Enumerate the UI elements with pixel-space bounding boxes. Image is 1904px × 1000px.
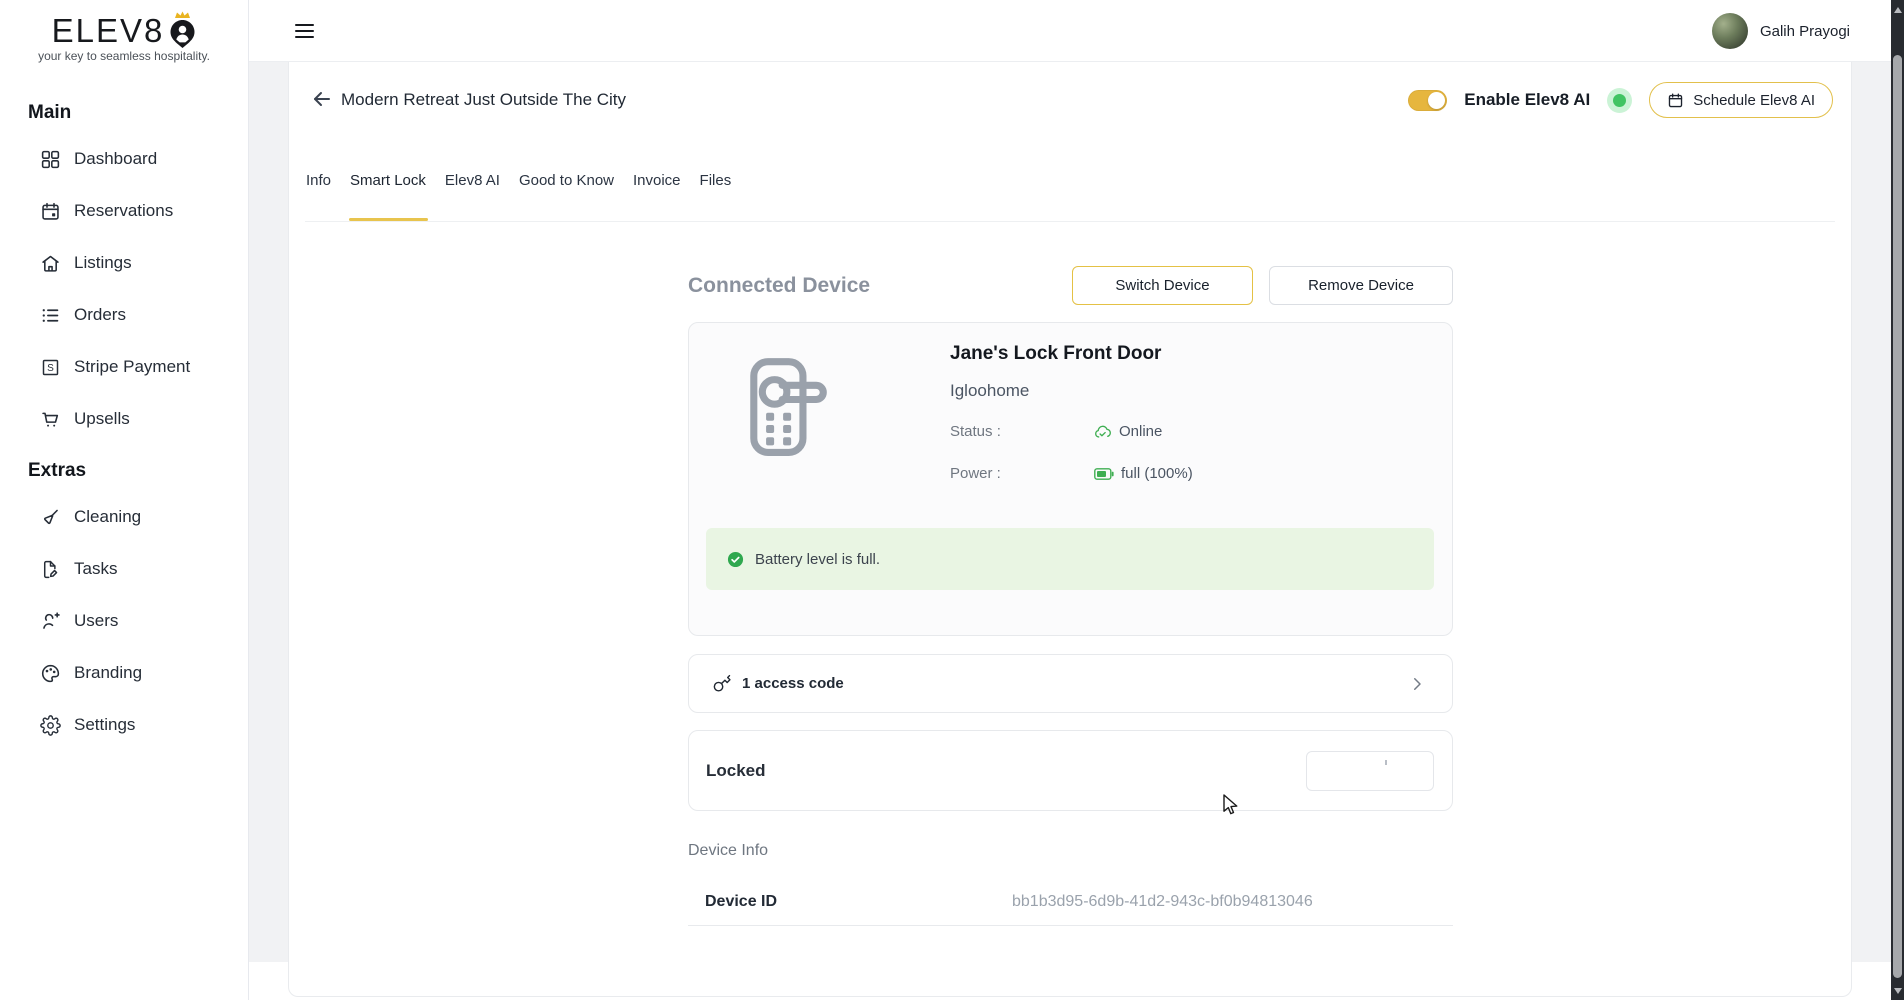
topbar: Galih Prayogi (249, 0, 1891, 62)
content-card: Modern Retreat Just Outside The City Ena… (288, 62, 1852, 997)
app-shell: ELEV8 your key to seamless hospitality. … (0, 0, 1904, 1000)
listing-header: Modern Retreat Just Outside The City Ena… (289, 62, 1851, 138)
page-title: Modern Retreat Just Outside The City (341, 90, 626, 110)
lock-state-label: Locked (706, 761, 766, 781)
remove-device-button[interactable]: Remove Device (1269, 266, 1453, 305)
sidebar-item-tasks[interactable]: Tasks (0, 543, 248, 595)
logo: ELEV8 your key to seamless hospitality. (0, 0, 248, 86)
power-value: full (100%) (1121, 465, 1193, 482)
palette-icon (40, 663, 61, 684)
sidebar-item-label: Tasks (74, 559, 117, 579)
back-button[interactable] (309, 87, 335, 113)
home-icon (40, 253, 61, 274)
chevron-right-icon (1408, 675, 1426, 693)
tab-invoice[interactable]: Invoice (633, 172, 681, 221)
connected-device-heading: Connected Device (688, 274, 870, 298)
scrollbar (1891, 0, 1904, 1000)
device-id-row: Device ID bb1b3d95-6d9b-41d2-943c-bf0b94… (688, 882, 1453, 926)
listing-tabs: Info Smart Lock Elev8 AI Good to Know In… (305, 158, 1835, 222)
enable-ai-toggle[interactable] (1408, 90, 1447, 111)
sidebar-item-label: Branding (74, 663, 142, 683)
scrollbar-thumb[interactable] (1893, 55, 1902, 978)
avatar[interactable] (1712, 13, 1748, 49)
user-menu[interactable]: Galih Prayogi (1712, 0, 1850, 62)
tab-elev8-ai[interactable]: Elev8 AI (445, 172, 500, 221)
switch-device-button[interactable]: Switch Device (1072, 266, 1253, 305)
svg-text:S: S (47, 363, 54, 374)
smart-lock-icon (733, 356, 837, 456)
power-label: Power : (950, 465, 1094, 482)
check-circle-icon (727, 551, 744, 568)
sidebar-item-cleaning[interactable]: Cleaning (0, 491, 248, 543)
battery-full-icon (1094, 468, 1114, 480)
nav-section-extras: Extras (28, 460, 248, 482)
sidebar-item-label: Stripe Payment (74, 357, 190, 377)
tab-smart-lock[interactable]: Smart Lock (350, 172, 426, 221)
sidebar-item-label: Dashboard (74, 149, 157, 169)
device-card: Jane's Lock Front Door Igloohome Status … (688, 322, 1453, 636)
sidebar-item-dashboard[interactable]: Dashboard (0, 133, 248, 185)
lock-state-row: Locked (688, 730, 1453, 811)
hamburger-menu-icon[interactable] (295, 20, 317, 42)
nav-section-main: Main (28, 102, 248, 124)
scrollbar-down-arrow[interactable] (1891, 984, 1904, 998)
tab-good-to-know[interactable]: Good to Know (519, 172, 614, 221)
calendar-icon (40, 201, 61, 222)
sidebar-item-label: Settings (74, 715, 135, 735)
broom-icon (40, 507, 61, 528)
stripe-icon: S (40, 357, 61, 378)
sidebar: ELEV8 your key to seamless hospitality. … (0, 0, 249, 1000)
task-icon (40, 559, 61, 580)
user-name: Galih Prayogi (1760, 23, 1850, 40)
lock-toggle-button[interactable] (1306, 751, 1434, 791)
sidebar-item-label: Orders (74, 305, 126, 325)
gear-icon (40, 715, 61, 736)
brand-tagline: your key to seamless hospitality. (0, 49, 248, 63)
sidebar-item-label: Upsells (74, 409, 130, 429)
sidebar-item-listings[interactable]: Listings (0, 237, 248, 289)
sidebar-item-label: Listings (74, 253, 132, 273)
tab-info[interactable]: Info (306, 172, 331, 221)
sidebar-item-orders[interactable]: Orders (0, 289, 248, 341)
key-icon (712, 674, 732, 694)
sidebar-item-reservations[interactable]: Reservations (0, 185, 248, 237)
sidebar-item-label: Reservations (74, 201, 173, 221)
schedule-ai-button[interactable]: Schedule Elev8 AI (1649, 82, 1833, 118)
device-info-heading: Device Info (688, 842, 1453, 860)
sidebar-item-branding[interactable]: Branding (0, 647, 248, 699)
device-name: Jane's Lock Front Door (950, 343, 1161, 365)
sidebar-item-upsells[interactable]: Upsells (0, 393, 248, 445)
page-background: Modern Retreat Just Outside The City Ena… (249, 62, 1891, 1000)
brand-name: ELEV8 (52, 13, 165, 49)
sidebar-item-settings[interactable]: Settings (0, 699, 248, 751)
device-vendor: Igloohome (950, 381, 1029, 401)
status-label: Status : (950, 423, 1094, 440)
brand-pin-icon (169, 13, 196, 49)
battery-alert: Battery level is full. (706, 528, 1434, 590)
status-value: Online (1119, 423, 1162, 440)
tab-files[interactable]: Files (700, 172, 732, 221)
cloud-online-icon (1094, 424, 1112, 440)
user-plus-icon (40, 611, 61, 632)
alert-message: Battery level is full. (755, 551, 880, 568)
enable-ai-label: Enable Elev8 AI (1464, 90, 1590, 110)
access-codes-row[interactable]: 1 access code (688, 654, 1453, 713)
calendar-icon (1667, 92, 1684, 109)
smart-lock-panel: Connected Device Switch Device Remove De… (688, 266, 1453, 926)
cart-icon (40, 409, 61, 430)
scrollbar-up-arrow[interactable] (1891, 3, 1904, 17)
ai-status-dot (1613, 94, 1626, 107)
list-icon (40, 305, 61, 326)
access-codes-label: 1 access code (742, 675, 844, 692)
sidebar-item-users[interactable]: Users (0, 595, 248, 647)
dashboard-icon (40, 149, 61, 170)
device-id-label: Device ID (705, 893, 777, 911)
device-id-value: bb1b3d95-6d9b-41d2-943c-bf0b94813046 (1012, 893, 1313, 911)
sidebar-item-stripe-payment[interactable]: S Stripe Payment (0, 341, 248, 393)
sidebar-item-label: Cleaning (74, 507, 141, 527)
sidebar-item-label: Users (74, 611, 118, 631)
